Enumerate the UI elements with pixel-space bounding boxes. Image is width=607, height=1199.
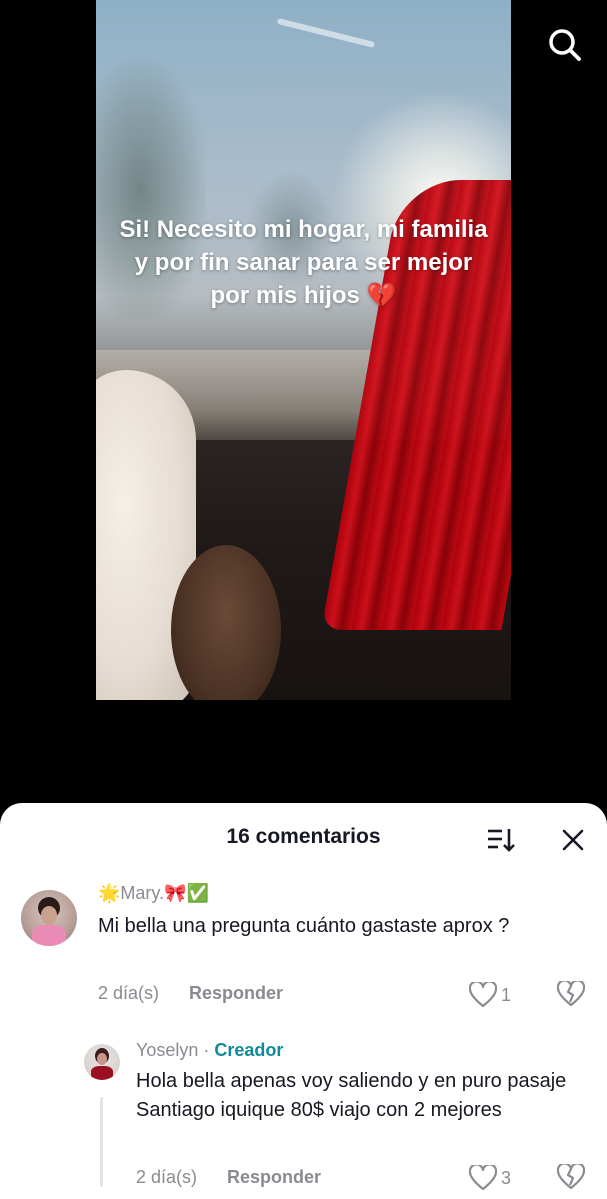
search-icon	[549, 29, 581, 61]
video-caption: Si! Necesito mi hogar, mi familia y por …	[119, 216, 488, 309]
heart-outline-icon	[469, 982, 497, 1008]
username-separator: ·	[198, 1040, 215, 1060]
reply-button[interactable]: Responder	[189, 983, 283, 1004]
like-button[interactable]: 3	[469, 1164, 511, 1192]
like-count: 3	[501, 1167, 512, 1188]
reply-button[interactable]: Responder	[227, 1167, 321, 1188]
search-button[interactable]	[547, 27, 583, 63]
like-count: 1	[501, 984, 512, 1005]
close-button[interactable]	[560, 827, 586, 853]
video-player[interactable]	[96, 0, 511, 700]
reply-text: Hola bella apenas voy saliendo y en puro…	[136, 1070, 567, 1121]
avatar[interactable]	[84, 1044, 120, 1080]
comments-sheet: 16 comentarios	[0, 803, 607, 1199]
broken-heart-icon	[556, 979, 586, 1007]
heart-outline-icon	[469, 1165, 497, 1191]
reply-username-name: Yoselyn	[136, 1040, 199, 1060]
comment-username[interactable]: 🌟Mary.🎀✅	[98, 883, 209, 904]
reply-username[interactable]: Yoselyn · Creador	[136, 1040, 283, 1061]
comment-text: Mi bella una pregunta cuánto gastaste ap…	[98, 915, 510, 937]
broken-heart-icon	[556, 1162, 586, 1190]
reply-thread-line	[100, 1097, 103, 1187]
dislike-button[interactable]	[556, 979, 586, 1009]
comments-header: 16 comentarios	[0, 803, 607, 873]
comment-date: 2 día(s)	[98, 983, 160, 1003]
creator-badge: Creador	[214, 1040, 284, 1060]
screen: Si! Necesito mi hogar, mi familia y por …	[0, 0, 607, 1199]
close-icon	[562, 829, 584, 851]
reply-date: 2 día(s)	[136, 1167, 198, 1187]
dislike-button[interactable]	[556, 1162, 586, 1192]
video-light-streak	[276, 17, 376, 49]
avatar[interactable]	[21, 890, 77, 946]
like-button[interactable]: 1	[469, 981, 511, 1009]
sort-button[interactable]	[486, 827, 516, 853]
sort-icon	[488, 829, 515, 852]
